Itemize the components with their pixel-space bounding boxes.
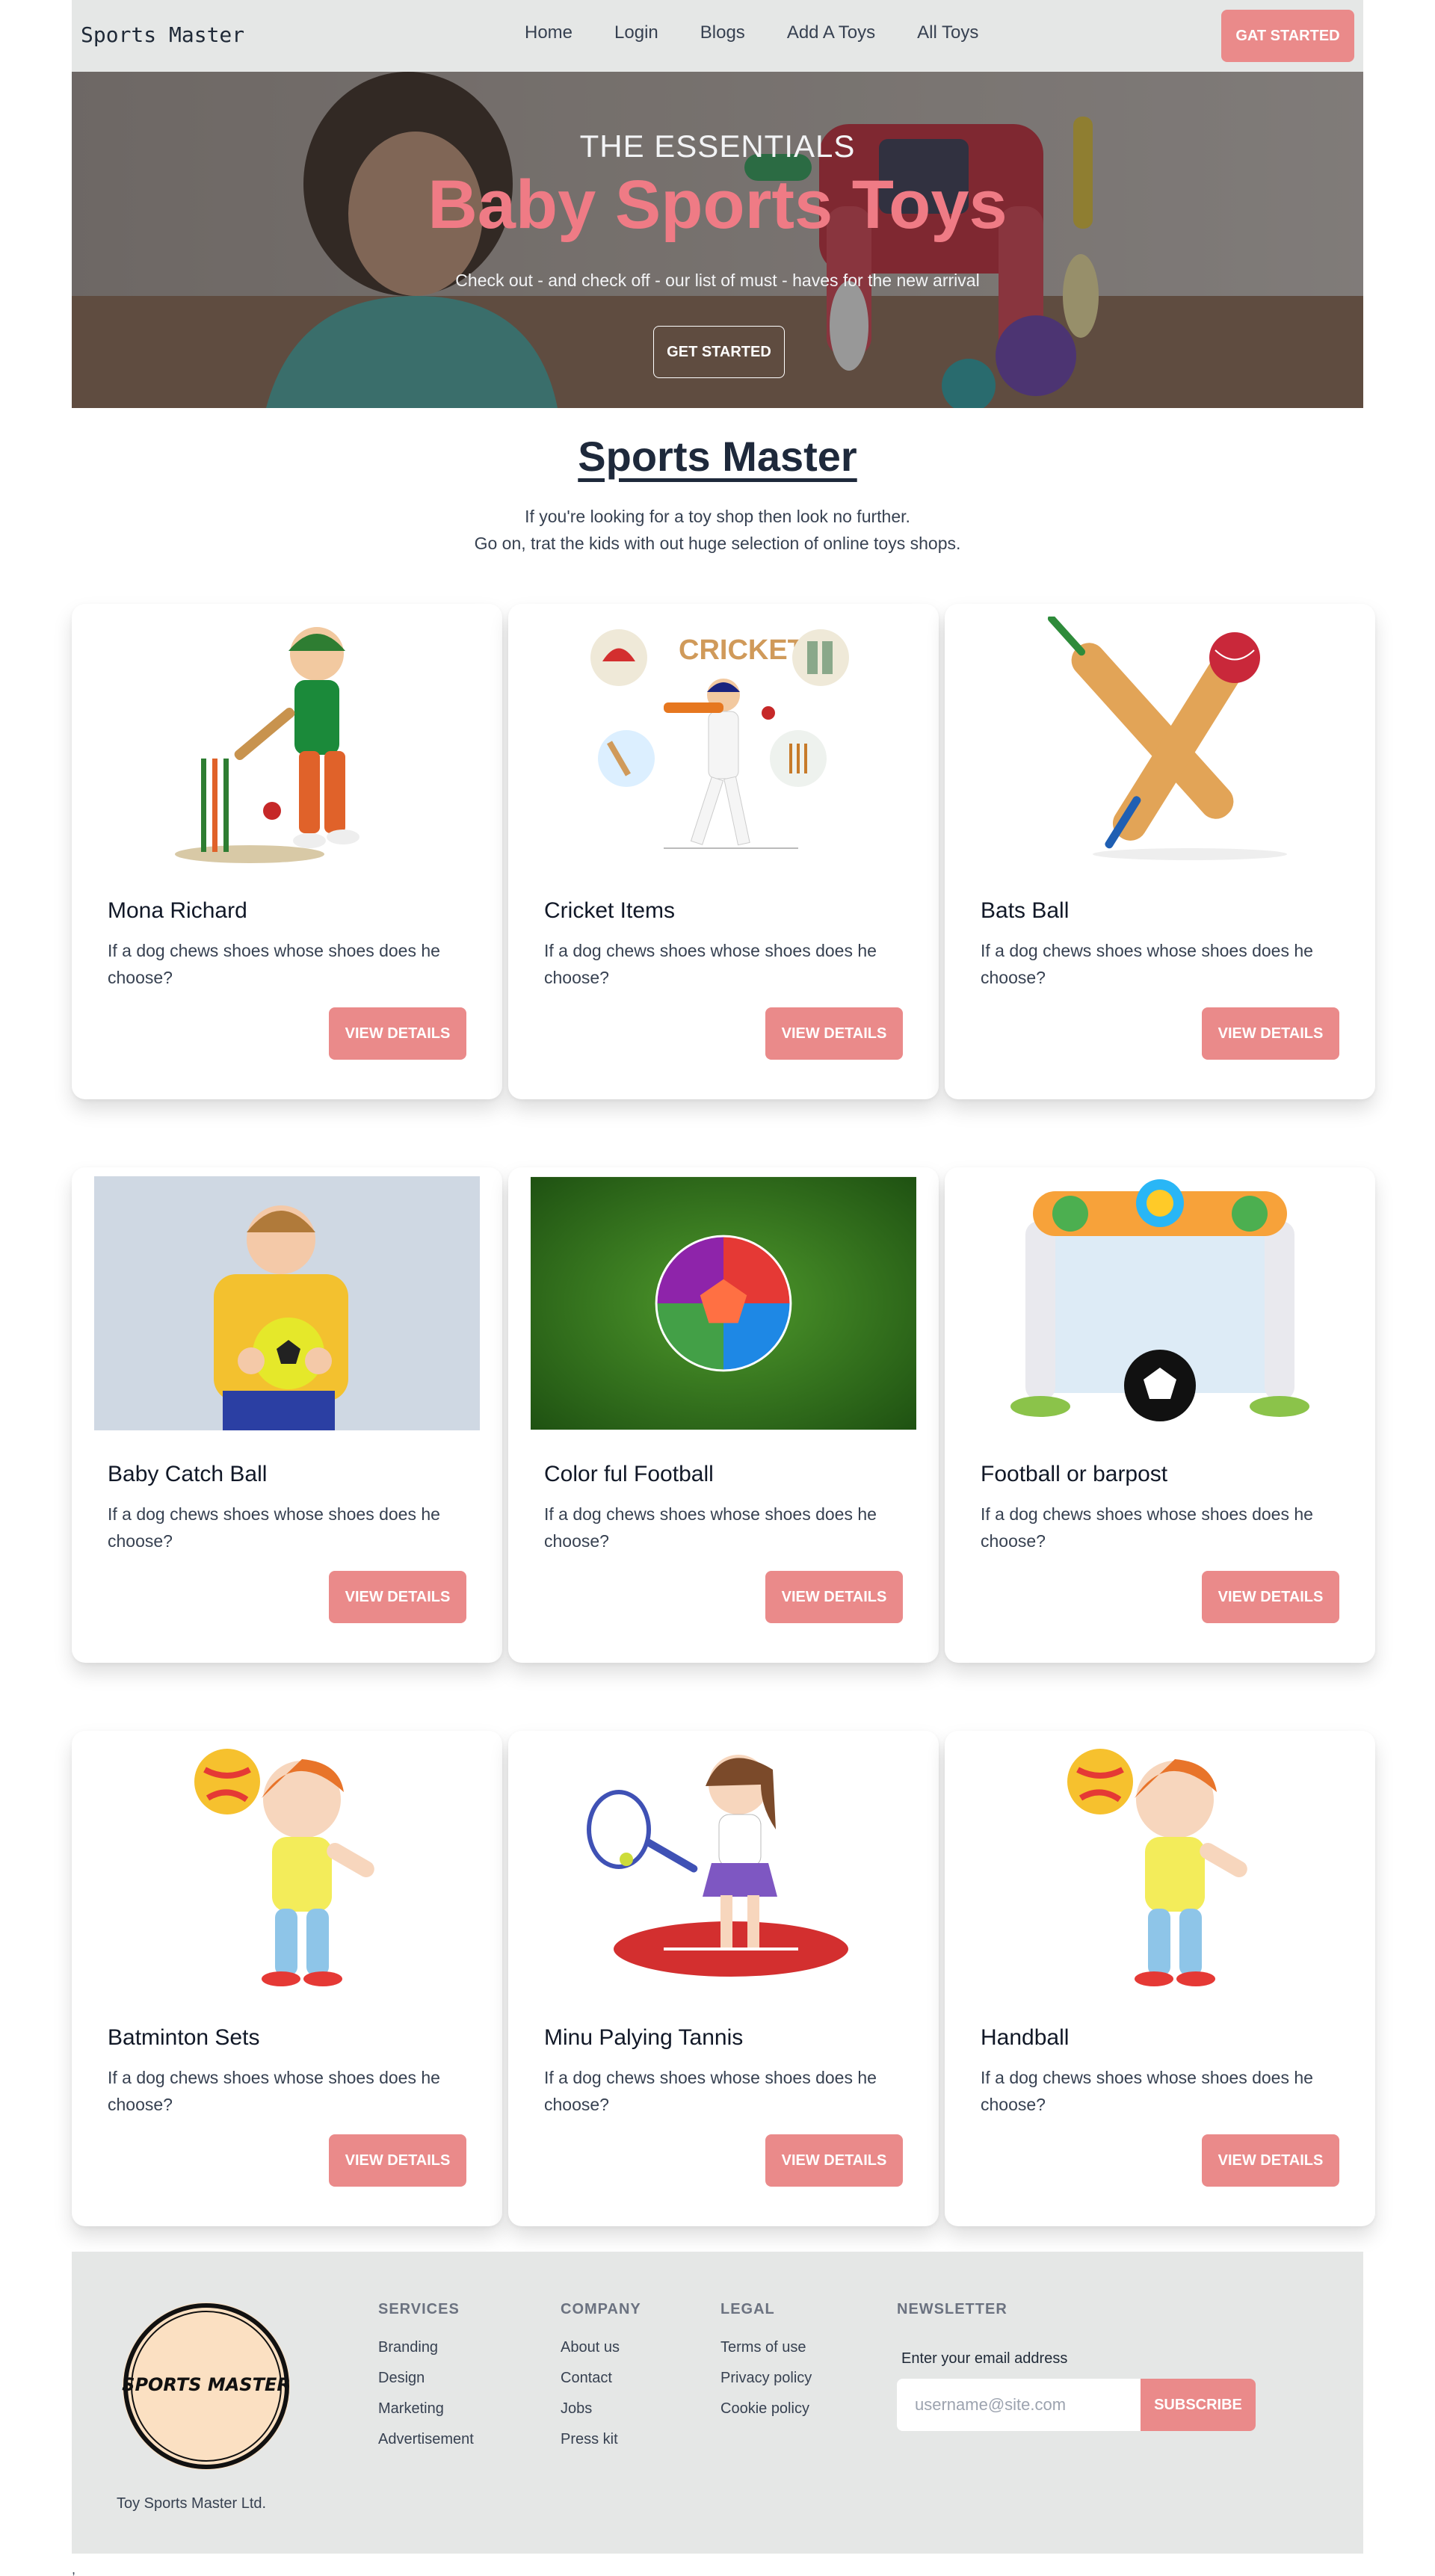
footer-services: SERVICES Branding Design Marketing Adver…	[378, 2301, 474, 2462]
nav-login[interactable]: Login	[593, 22, 679, 43]
footer-link-branding[interactable]: Branding	[378, 2339, 474, 2356]
product-image	[94, 613, 480, 867]
footer-heading: COMPANY	[561, 2301, 641, 2317]
nav-all-toys[interactable]: All Toys	[896, 22, 999, 43]
footer-link-cookie[interactable]: Cookie policy	[720, 2400, 812, 2418]
product-card: Baby Catch Ball If a dog chews shoes who…	[72, 1167, 502, 1663]
hero-subtitle: Check out - and check off - our list of …	[455, 271, 980, 290]
brand-logo[interactable]: Sports Master	[81, 22, 244, 47]
product-image	[94, 1176, 480, 1430]
product-description: If a dog chews shoes whose shoes does he…	[544, 2068, 877, 2114]
product-title: Minu Palying Tannis	[544, 2025, 744, 2050]
footer-company: COMPANY About us Contact Jobs Press kit	[561, 2301, 641, 2462]
boy-holding-ball-illustration	[1067, 1749, 1247, 1986]
hero-eyebrow: THE ESSENTIALS	[579, 129, 856, 164]
footer-link-about[interactable]: About us	[561, 2339, 641, 2356]
product-card: Minu Palying Tannis If a dog chews shoes…	[508, 1731, 939, 2226]
product-title: Baby Catch Ball	[108, 1462, 268, 1486]
product-title: Color ful Football	[544, 1462, 714, 1486]
girl-playing-tennis-illustration	[587, 1755, 853, 1981]
view-details-button[interactable]: VIEW DETAILS	[1202, 2134, 1339, 2187]
product-image: CRICKET	[531, 613, 916, 867]
cricket-items-illustration: CRICKET	[590, 629, 849, 849]
product-image	[967, 613, 1353, 867]
footer-heading: SERVICES	[378, 2301, 460, 2317]
colorful-football-grass-photo	[531, 1176, 916, 1430]
svg-text:CRICKET: CRICKET	[679, 634, 805, 666]
toy-goalpost-illustration	[1010, 1179, 1309, 1421]
footer-link-contact[interactable]: Contact	[561, 2370, 641, 2387]
product-title: Batminton Sets	[108, 2025, 260, 2050]
product-image	[94, 1740, 480, 1994]
product-card: Handball If a dog chews shoes whose shoe…	[945, 1731, 1375, 2226]
footer-link-press-kit[interactable]: Press kit	[561, 2431, 641, 2448]
view-details-button[interactable]: VIEW DETAILS	[329, 1571, 466, 1623]
stray-text: ,	[72, 2562, 76, 2576]
product-description: If a dog chews shoes whose shoes does he…	[981, 1504, 1313, 1551]
product-title: Handball	[981, 2025, 1070, 2050]
view-details-button[interactable]: VIEW DETAILS	[765, 1007, 903, 1060]
product-description: If a dog chews shoes whose shoes does he…	[108, 941, 440, 987]
view-details-button[interactable]: VIEW DETAILS	[765, 1571, 903, 1623]
product-title: Cricket Items	[544, 898, 676, 923]
product-description: If a dog chews shoes whose shoes does he…	[981, 2068, 1313, 2114]
intro-line-1: If you're looking for a toy shop then lo…	[525, 507, 910, 526]
view-details-button[interactable]: VIEW DETAILS	[765, 2134, 903, 2187]
child-with-ball-photo	[94, 1176, 480, 1430]
footer-heading: LEGAL	[720, 2301, 775, 2317]
nav-links: Home Login Blogs Add A Toys All Toys	[504, 22, 999, 43]
cricket-boy-batting-illustration	[175, 627, 359, 863]
company-name: Toy Sports Master Ltd.	[117, 2495, 267, 2512]
newsletter-email-input[interactable]	[897, 2379, 1141, 2431]
product-description: If a dog chews shoes whose shoes does he…	[108, 1504, 440, 1551]
product-card: Bats Ball If a dog chews shoes whose sho…	[945, 604, 1375, 1099]
logo-text: SPORTS MASTER	[122, 2374, 291, 2395]
footer-link-terms[interactable]: Terms of use	[720, 2339, 812, 2356]
footer: SPORTS MASTER Toy Sports Master Ltd. SER…	[72, 2252, 1363, 2554]
product-description: If a dog chews shoes whose shoes does he…	[544, 941, 877, 987]
footer-link-advertisement[interactable]: Advertisement	[378, 2431, 474, 2448]
product-description: If a dog chews shoes whose shoes does he…	[108, 2068, 440, 2114]
footer-legal: LEGAL Terms of use Privacy policy Cookie…	[720, 2301, 812, 2431]
subscribe-button[interactable]: SUBSCRIBE	[1141, 2379, 1256, 2431]
product-image	[967, 1176, 1353, 1430]
view-details-button[interactable]: VIEW DETAILS	[329, 2134, 466, 2187]
product-title: Football or barpost	[981, 1462, 1168, 1486]
footer-link-design[interactable]: Design	[378, 2370, 474, 2387]
footer-link-jobs[interactable]: Jobs	[561, 2400, 641, 2418]
footer-newsletter: NEWSLETTER	[897, 2301, 1007, 2339]
section-title: Sports Master	[578, 433, 857, 480]
product-title: Bats Ball	[981, 898, 1070, 923]
view-details-button[interactable]: VIEW DETAILS	[329, 1007, 466, 1060]
nav-blogs[interactable]: Blogs	[679, 22, 766, 43]
newsletter-label: Enter your email address	[901, 2350, 1068, 2367]
footer-heading: NEWSLETTER	[897, 2301, 1007, 2317]
product-description: If a dog chews shoes whose shoes does he…	[981, 941, 1313, 987]
hero-title: Baby Sports Toys	[428, 167, 1007, 243]
view-details-button[interactable]: VIEW DETAILS	[1202, 1007, 1339, 1060]
product-card: Football or barpost If a dog chews shoes…	[945, 1167, 1375, 1663]
intro-line-2: Go on, trat the kids with out huge selec…	[474, 534, 961, 553]
product-card: Color ful Football If a dog chews shoes …	[508, 1167, 939, 1663]
product-description: If a dog chews shoes whose shoes does he…	[544, 1504, 877, 1551]
product-title: Mona Richard	[108, 898, 247, 923]
product-image	[531, 1740, 916, 1994]
product-image	[967, 1740, 1353, 1994]
get-started-nav-button[interactable]: GAT STARTED	[1221, 10, 1354, 62]
nav-home[interactable]: Home	[504, 22, 593, 43]
view-details-button[interactable]: VIEW DETAILS	[1202, 1571, 1339, 1623]
product-card: Batminton Sets If a dog chews shoes whos…	[72, 1731, 502, 2226]
footer-link-marketing[interactable]: Marketing	[378, 2400, 474, 2418]
nav-add-toys[interactable]: Add A Toys	[766, 22, 896, 43]
boy-holding-ball-illustration	[194, 1749, 374, 1986]
product-image	[531, 1176, 916, 1430]
hero-banner: THE ESSENTIALS Baby Sports Toys Check ou…	[72, 72, 1363, 408]
product-card: Mona Richard If a dog chews shoes whose …	[72, 604, 502, 1099]
hero-get-started-button[interactable]: GET STARTED	[653, 326, 785, 378]
footer-link-privacy[interactable]: Privacy policy	[720, 2370, 812, 2387]
product-card: CRICKET Cricket Items If a dog chews sho…	[508, 604, 939, 1099]
navbar: Sports Master Home Login Blogs Add A Toy…	[72, 0, 1363, 72]
crossed-bats-ball-illustration	[1047, 617, 1287, 860]
